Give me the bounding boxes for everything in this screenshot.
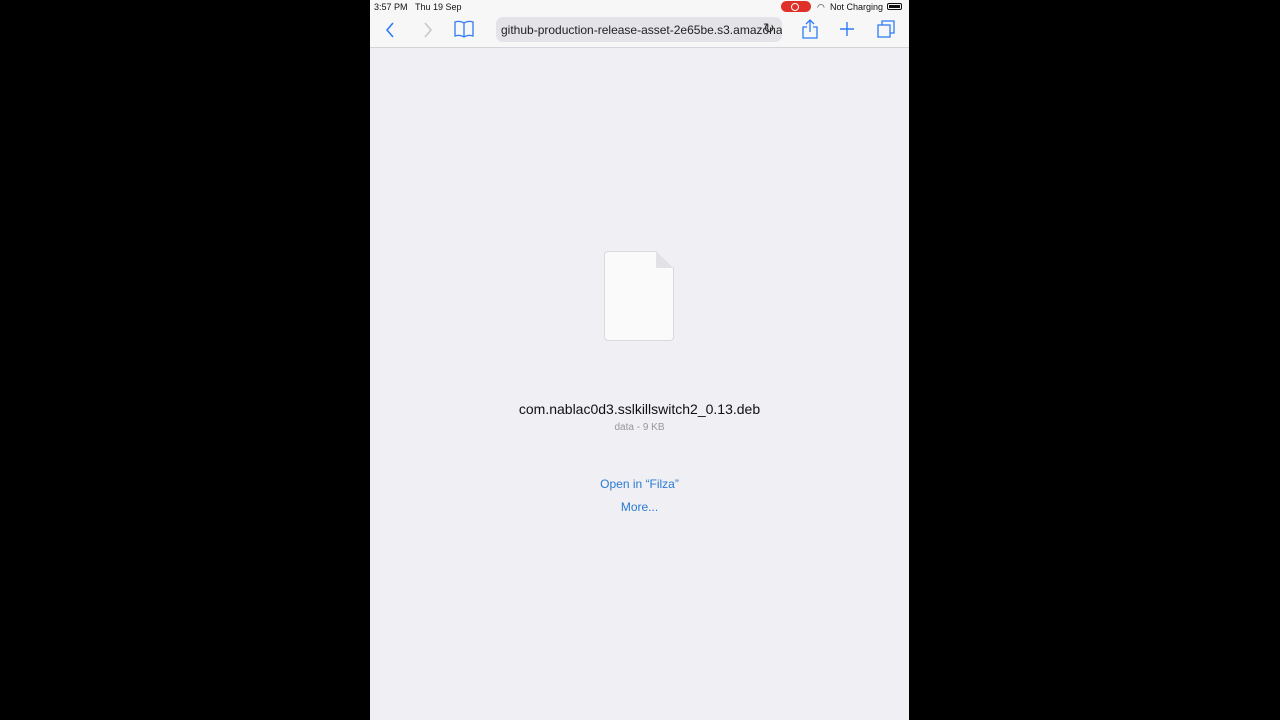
chevron-right-icon[interactable] xyxy=(423,22,433,38)
battery-icon xyxy=(887,3,902,10)
share-icon[interactable] xyxy=(802,19,818,39)
more-link[interactable]: More... xyxy=(370,500,909,514)
tabs-icon[interactable] xyxy=(877,20,895,38)
address-bar[interactable]: github-production-release-asset-2e65be.s… xyxy=(496,17,782,42)
chevron-left-icon[interactable] xyxy=(385,22,395,38)
status-time: 3:57 PM xyxy=(374,2,408,12)
safari-screen: 3:57 PM Thu 19 Sep ◠ Not Charging github… xyxy=(370,0,909,720)
charging-status: Not Charging xyxy=(830,2,884,12)
wifi-icon: ◠ xyxy=(817,2,825,12)
screen-recording-icon xyxy=(781,1,811,12)
bookmarks-icon[interactable] xyxy=(454,20,474,38)
plus-icon[interactable] xyxy=(839,21,855,37)
open-in-filza-link[interactable]: Open in “Filza” xyxy=(370,477,909,491)
safari-toolbar: 3:57 PM Thu 19 Sep ◠ Not Charging github… xyxy=(370,0,909,48)
file-name: com.nablac0d3.sslkillswitch2_0.13.deb xyxy=(518,401,761,417)
status-date: Thu 19 Sep xyxy=(415,2,462,12)
url-text: github-production-release-asset-2e65be.s… xyxy=(501,23,782,37)
reload-icon[interactable]: ↻ xyxy=(763,20,775,37)
file-meta: data - 9 KB xyxy=(614,422,665,433)
